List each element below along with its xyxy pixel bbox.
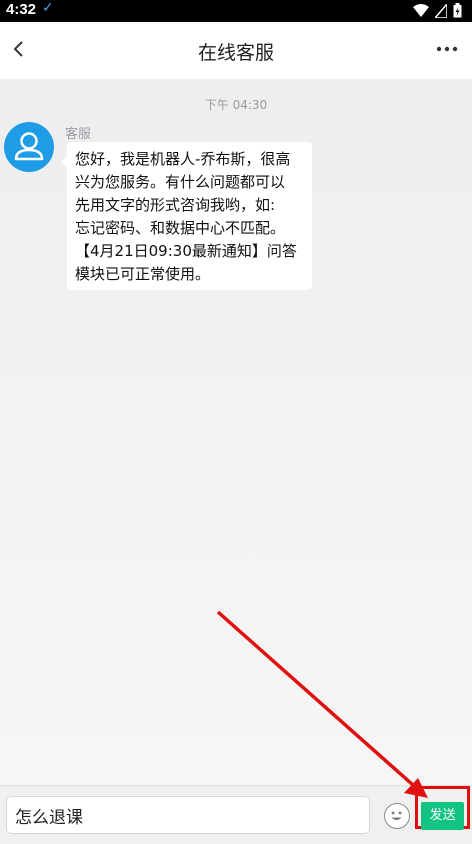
message-line: 忘记密码、和数据中心不匹配。 [75,219,286,237]
more-icon[interactable] [432,34,462,64]
message-bubble[interactable]: 您好，我是机器人-乔布斯，很高 兴为您服务。有什么问题都可以 先用文字的形式咨询… [61,142,312,290]
status-icons [413,3,462,18]
input-bar: 发送 [0,785,472,844]
wifi-icon [413,3,429,17]
message-line: 您好，我是机器人-乔布斯，很高 [75,150,291,168]
battery-icon [453,3,462,18]
nav-bar: 在线客服 [0,22,472,79]
emoji-icon[interactable] [384,803,410,829]
message-line: 模块已可正常使用。 [75,265,211,283]
status-time: 4:32 [6,1,37,18]
agent-avatar[interactable] [4,122,54,172]
user-icon [14,132,44,161]
page-title: 在线客服 [197,42,274,64]
sender-name: 客服 [65,127,92,142]
message-input[interactable] [6,796,370,834]
message-line: 兴为您服务。有什么问题都可以 [75,173,286,191]
signal-icon [435,3,447,18]
check-icon: ✓ [42,0,54,16]
chat-area[interactable]: 下午 04:30 客服 您好，我是机器人-乔布斯，很高 兴为您服务。有什么问题都… [0,79,472,785]
status-bar: 4:32 ✓ [0,0,472,22]
send-button[interactable]: 发送 [421,802,464,830]
message-line: 【4月21日09:30最新通知】问答 [75,242,297,260]
message-timestamp: 下午 04:30 [204,98,268,112]
smiley-icon [391,811,402,820]
message-line: 先用文字的形式咨询我哟，如: [75,196,276,214]
